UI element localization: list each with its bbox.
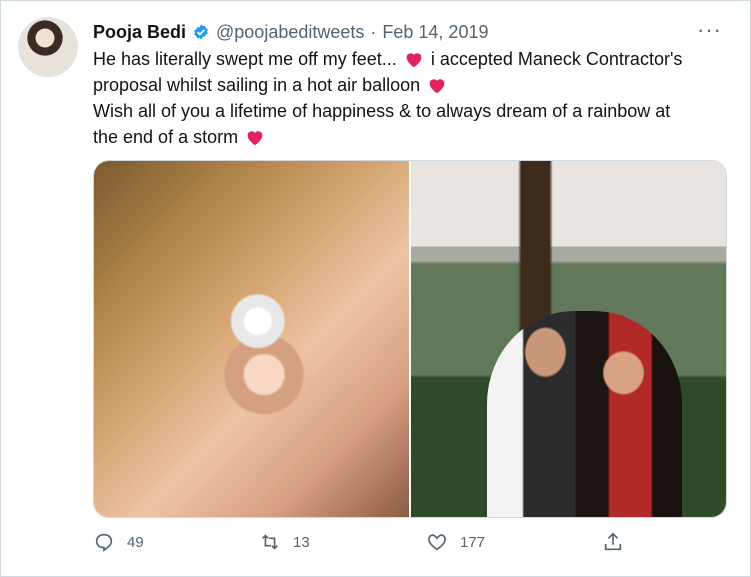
author-handle[interactable]: @poojabeditweets <box>216 22 364 43</box>
heart-emoji-icon <box>247 131 263 146</box>
tweet-actions: 49 13 177 <box>93 531 633 559</box>
author-name[interactable]: Pooja Bedi <box>93 22 186 43</box>
tweet-media[interactable] <box>93 160 727 518</box>
reply-button[interactable]: 49 <box>93 531 144 553</box>
tweet-line-1: He has literally swept me off my feet... <box>93 49 397 69</box>
more-options-button[interactable]: ··· <box>697 17 722 43</box>
share-icon <box>604 532 622 551</box>
avatar[interactable] <box>18 17 78 77</box>
tweet-line-2b: proposal whilst sailing in a hot air bal… <box>93 75 421 95</box>
tweet-line-4: the end of a storm <box>93 127 239 147</box>
retweet-button[interactable]: 13 <box>259 531 310 553</box>
reply-icon <box>95 533 113 552</box>
verified-icon <box>194 24 208 40</box>
tweet-header: Pooja Bedi @poojabeditweets · Feb 14, 20… <box>93 19 488 45</box>
like-count: 177 <box>460 533 486 551</box>
heart-emoji-icon <box>406 53 422 68</box>
couple-figure <box>486 310 682 517</box>
heart-emoji-icon <box>429 79 445 94</box>
retweet-count: 13 <box>293 533 310 551</box>
separator-dot: · <box>370 21 377 42</box>
like-button[interactable]: 177 <box>426 531 485 553</box>
like-icon <box>428 534 446 551</box>
tweet-line-3: Wish all of you a lifetime of happiness … <box>93 101 671 121</box>
reply-count: 49 <box>127 533 144 551</box>
share-button[interactable] <box>602 531 624 553</box>
tweet-card[interactable]: Pooja Bedi @poojabeditweets · Feb 14, 20… <box>0 0 751 577</box>
tweet-text: He has literally swept me off my feet...… <box>93 46 733 150</box>
retweet-icon <box>262 534 278 550</box>
tweet-line-2a: i accepted Maneck Contractor's <box>430 49 683 69</box>
tweet-date[interactable]: Feb 14, 2019 <box>382 22 488 43</box>
ring-photo[interactable] <box>94 161 409 517</box>
balloon-photo[interactable] <box>411 161 726 517</box>
